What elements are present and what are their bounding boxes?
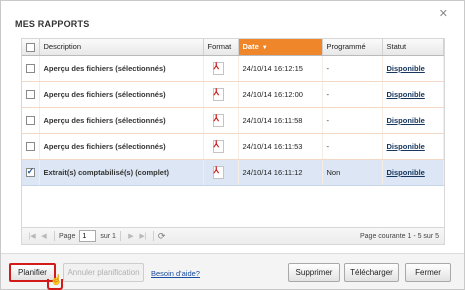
row-checkbox[interactable]: [22, 81, 40, 108]
pdf-icon[interactable]: [203, 133, 239, 160]
page-number-input[interactable]: [79, 230, 97, 242]
column-format[interactable]: Format: [203, 39, 239, 56]
pagination-bar: |◀ ◀ Page sur 1 ▶ ▶| ⟳ Page courante 1 -…: [22, 227, 444, 244]
row-description: Aperçu des fichiers (sélectionnés): [39, 133, 204, 160]
page-count-label: sur 1: [100, 232, 116, 240]
disponible-link[interactable]: Disponible: [387, 116, 425, 125]
reports-table: Description Format Date ▼ Programmé Statu…: [22, 39, 444, 186]
reports-grid: Description Format Date ▼ Programmé Statu…: [21, 38, 445, 245]
pdf-icon[interactable]: [203, 55, 239, 82]
table-row[interactable]: Aperçu des fichiers (sélectionnés) 24/10…: [22, 55, 444, 82]
table-header: Description Format Date ▼ Programmé Statu…: [22, 39, 444, 56]
last-page-icon[interactable]: ▶|: [137, 232, 149, 240]
row-date: 24/10/14 16:11:53: [238, 133, 323, 160]
table-row[interactable]: Aperçu des fichiers (sélectionnés) 24/10…: [22, 133, 444, 160]
help-link[interactable]: Besoin d'aide?: [151, 269, 200, 278]
column-programme[interactable]: Programmé: [322, 39, 383, 56]
dialog-title: MES RAPPORTS: [15, 19, 90, 29]
next-page-icon[interactable]: ▶: [125, 232, 137, 240]
cursor-highlight: [47, 279, 63, 290]
refresh-icon[interactable]: ⟳: [158, 231, 166, 242]
pdf-icon[interactable]: [203, 159, 239, 186]
disponible-link[interactable]: Disponible: [387, 168, 425, 177]
dialog-footer: Planifier Annuler planification Besoin d…: [1, 253, 464, 290]
row-date: 24/10/14 16:12:00: [238, 81, 323, 108]
annuler-planification-button[interactable]: Annuler planification: [63, 263, 144, 282]
row-checkbox[interactable]: [22, 55, 40, 82]
row-checkbox-checked[interactable]: [22, 159, 40, 186]
row-description: Aperçu des fichiers (sélectionnés): [39, 81, 204, 108]
column-statut[interactable]: Statut: [382, 39, 444, 56]
telecharger-button[interactable]: Télécharger: [344, 263, 399, 282]
table-row-selected[interactable]: Extrait(s) comptabilisé(s) (complet) 24/…: [22, 159, 444, 186]
table-row[interactable]: Aperçu des fichiers (sélectionnés) 24/10…: [22, 107, 444, 134]
sort-desc-icon: ▼: [261, 45, 268, 52]
column-date[interactable]: Date ▼: [238, 39, 323, 56]
pdf-icon[interactable]: [203, 81, 239, 108]
pager-divider: [119, 231, 121, 241]
disponible-link[interactable]: Disponible: [387, 142, 425, 151]
row-programme: -: [322, 55, 383, 82]
supprimer-button[interactable]: Supprimer: [288, 263, 340, 282]
close-icon[interactable]: ✕: [439, 8, 448, 20]
row-description: Aperçu des fichiers (sélectionnés): [39, 55, 204, 82]
row-date: 24/10/14 16:11:58: [238, 107, 323, 134]
row-programme: -: [322, 107, 383, 134]
row-description: Extrait(s) comptabilisé(s) (complet): [39, 159, 204, 186]
row-programme: Non: [322, 159, 383, 186]
prev-page-icon[interactable]: ◀: [38, 232, 50, 240]
pager-divider: [152, 231, 154, 241]
table-row[interactable]: Aperçu des fichiers (sélectionnés) 24/10…: [22, 81, 444, 108]
mes-rapports-dialog: MES RAPPORTS ✕ Description Format Date ▼ …: [0, 0, 465, 290]
row-checkbox[interactable]: [22, 107, 40, 134]
page-label: Page: [59, 232, 76, 240]
row-date: 24/10/14 16:11:12: [238, 159, 323, 186]
pager-divider: [54, 231, 55, 241]
disponible-link[interactable]: Disponible: [387, 90, 425, 99]
row-date: 24/10/14 16:12:15: [238, 55, 323, 82]
column-description[interactable]: Description: [39, 39, 204, 56]
row-programme: -: [322, 81, 383, 108]
pdf-icon[interactable]: [203, 107, 239, 134]
column-date-label: Date: [242, 42, 259, 52]
row-checkbox[interactable]: [22, 133, 40, 160]
row-programme: -: [322, 133, 383, 160]
disponible-link[interactable]: Disponible: [387, 64, 425, 73]
first-page-icon[interactable]: |◀: [26, 232, 38, 240]
row-description: Aperçu des fichiers (sélectionnés): [39, 107, 204, 134]
fermer-button[interactable]: Fermer: [405, 263, 451, 282]
select-all-checkbox[interactable]: [22, 39, 40, 56]
pager-info: Page courante 1 - 5 sur 5: [360, 232, 439, 240]
